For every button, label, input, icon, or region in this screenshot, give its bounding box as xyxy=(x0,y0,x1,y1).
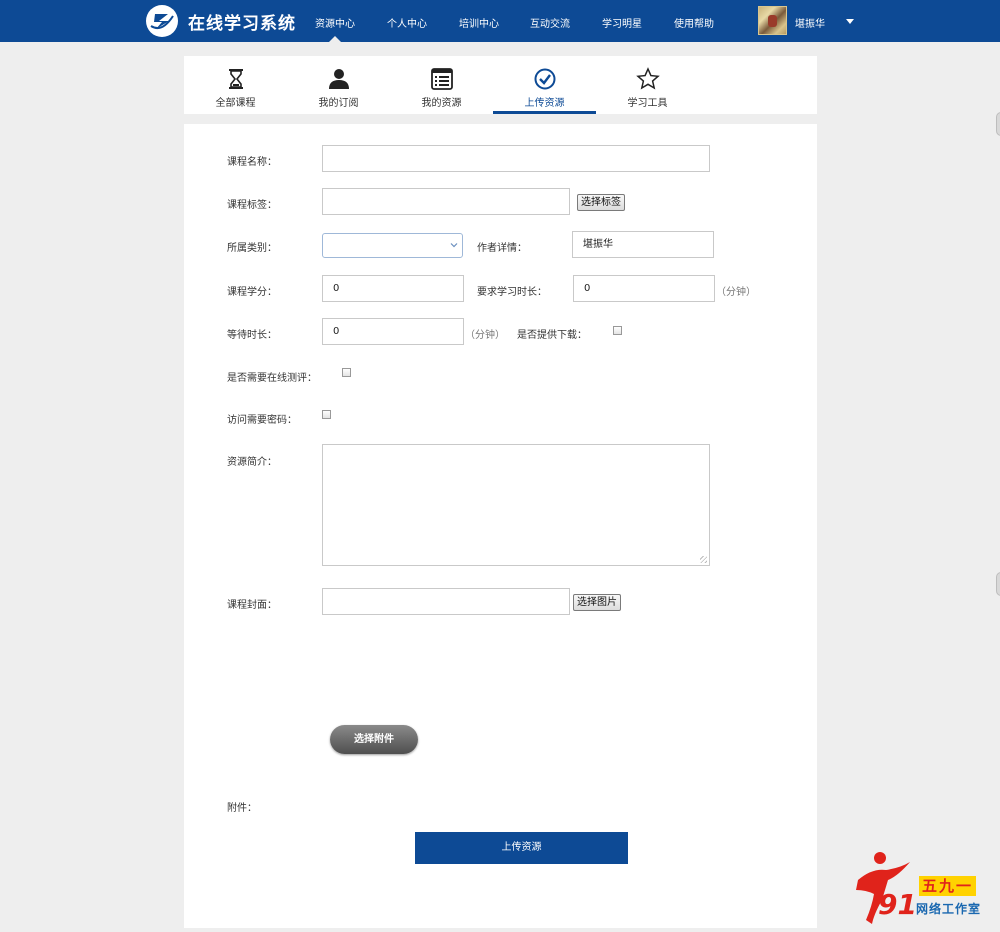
check-circle-icon xyxy=(534,68,555,90)
resource-tabs: 全部课程 我的订阅 我的资源 上传资源 学习工具 xyxy=(184,56,817,114)
avatar[interactable] xyxy=(758,6,787,35)
wait-time-unit: （分钟） xyxy=(465,330,505,341)
nav-interaction[interactable]: 互动交流 xyxy=(530,15,570,30)
side-scroll-handle[interactable] xyxy=(996,572,1000,596)
username[interactable]: 堪振华 xyxy=(795,15,825,30)
user-icon xyxy=(328,69,349,89)
cover-input[interactable] xyxy=(322,588,570,615)
watermark-bottom-text: 网络工作室 xyxy=(916,902,982,916)
download-label: 是否提供下载： xyxy=(517,330,587,341)
online-eval-checkbox[interactable] xyxy=(342,368,351,377)
tab-learning-tools[interactable]: 学习工具 xyxy=(596,56,699,114)
nav-help[interactable]: 使用帮助 xyxy=(674,15,714,30)
select-image-button[interactable]: 选择图片 xyxy=(573,594,621,611)
tab-all-courses[interactable]: 全部课程 xyxy=(184,56,287,114)
watermark-logo: 91 五九一 网络工作室 xyxy=(852,850,992,926)
required-time-label: 要求学习时长： xyxy=(477,287,547,298)
credit-input[interactable]: 0 xyxy=(322,275,464,302)
password-label: 访问需要密码： xyxy=(227,415,297,426)
online-eval-label: 是否需要在线测评： xyxy=(227,373,317,384)
user-menu-caret-icon[interactable] xyxy=(846,19,854,24)
nav-resource-center[interactable]: 资源中心 xyxy=(315,15,355,30)
course-name-label: 课程名称： xyxy=(227,157,277,168)
cover-label: 课程封面： xyxy=(227,600,277,611)
attachment-label: 附件： xyxy=(227,803,257,814)
download-checkbox[interactable] xyxy=(613,326,622,335)
wait-time-input[interactable]: 0 xyxy=(322,318,464,345)
credit-label: 课程学分： xyxy=(227,287,277,298)
star-icon xyxy=(635,67,660,90)
side-scroll-handle[interactable] xyxy=(996,112,1000,136)
wait-time-label: 等待时长： xyxy=(227,330,277,341)
tab-my-subscriptions[interactable]: 我的订阅 xyxy=(287,56,390,114)
resize-grip-icon[interactable] xyxy=(700,556,707,563)
tab-label: 我的资源 xyxy=(421,98,462,109)
top-navigation-bar: 在线学习系统 资源中心 个人中心 培训中心 互动交流 学习明星 使用帮助 堪振华 xyxy=(0,0,1000,42)
author-label: 作者详情： xyxy=(477,243,527,254)
hourglass-icon xyxy=(228,69,243,89)
tab-label: 全部课程 xyxy=(215,98,256,109)
category-select[interactable] xyxy=(322,233,463,258)
tab-label: 我的订阅 xyxy=(318,98,359,109)
nav-training-center[interactable]: 培训中心 xyxy=(459,15,499,30)
app-title: 在线学习系统 xyxy=(188,13,296,34)
course-tags-input[interactable] xyxy=(322,188,570,215)
required-time-input[interactable]: 0 xyxy=(573,275,715,302)
required-time-unit: （分钟） xyxy=(716,287,756,298)
nav-personal-center[interactable]: 个人中心 xyxy=(387,15,427,30)
chevron-down-icon xyxy=(450,243,458,248)
tab-label: 上传资源 xyxy=(524,98,565,109)
intro-label: 资源简介： xyxy=(227,457,277,468)
watermark-top-text: 五九一 xyxy=(919,876,977,896)
select-tags-button[interactable]: 选择标签 xyxy=(577,194,625,211)
tab-upload-resource[interactable]: 上传资源 xyxy=(493,56,596,114)
course-name-input[interactable] xyxy=(322,145,710,172)
category-label: 所属类别： xyxy=(227,243,277,254)
nav-learning-stars[interactable]: 学习明星 xyxy=(602,15,642,30)
select-attachment-button[interactable]: 选择附件 xyxy=(330,725,418,754)
tab-label: 学习工具 xyxy=(627,98,668,109)
course-tags-label: 课程标签： xyxy=(227,200,277,211)
watermark-number: 91 xyxy=(878,888,917,921)
intro-textarea[interactable] xyxy=(322,444,710,566)
active-nav-indicator xyxy=(329,36,341,42)
app-logo[interactable]: 在线学习系统 xyxy=(146,5,296,37)
tab-my-resources[interactable]: 我的资源 xyxy=(390,56,493,114)
logo-icon xyxy=(146,5,178,37)
list-icon xyxy=(430,68,453,90)
author-input[interactable]: 堪振华 xyxy=(572,231,714,258)
upload-resource-button[interactable]: 上传资源 xyxy=(415,832,628,864)
upload-form: 课程名称： 课程标签： 选择标签 所属类别： 作者详情： 堪振华 课程学分： 0… xyxy=(184,124,817,928)
password-checkbox[interactable] xyxy=(322,410,331,419)
